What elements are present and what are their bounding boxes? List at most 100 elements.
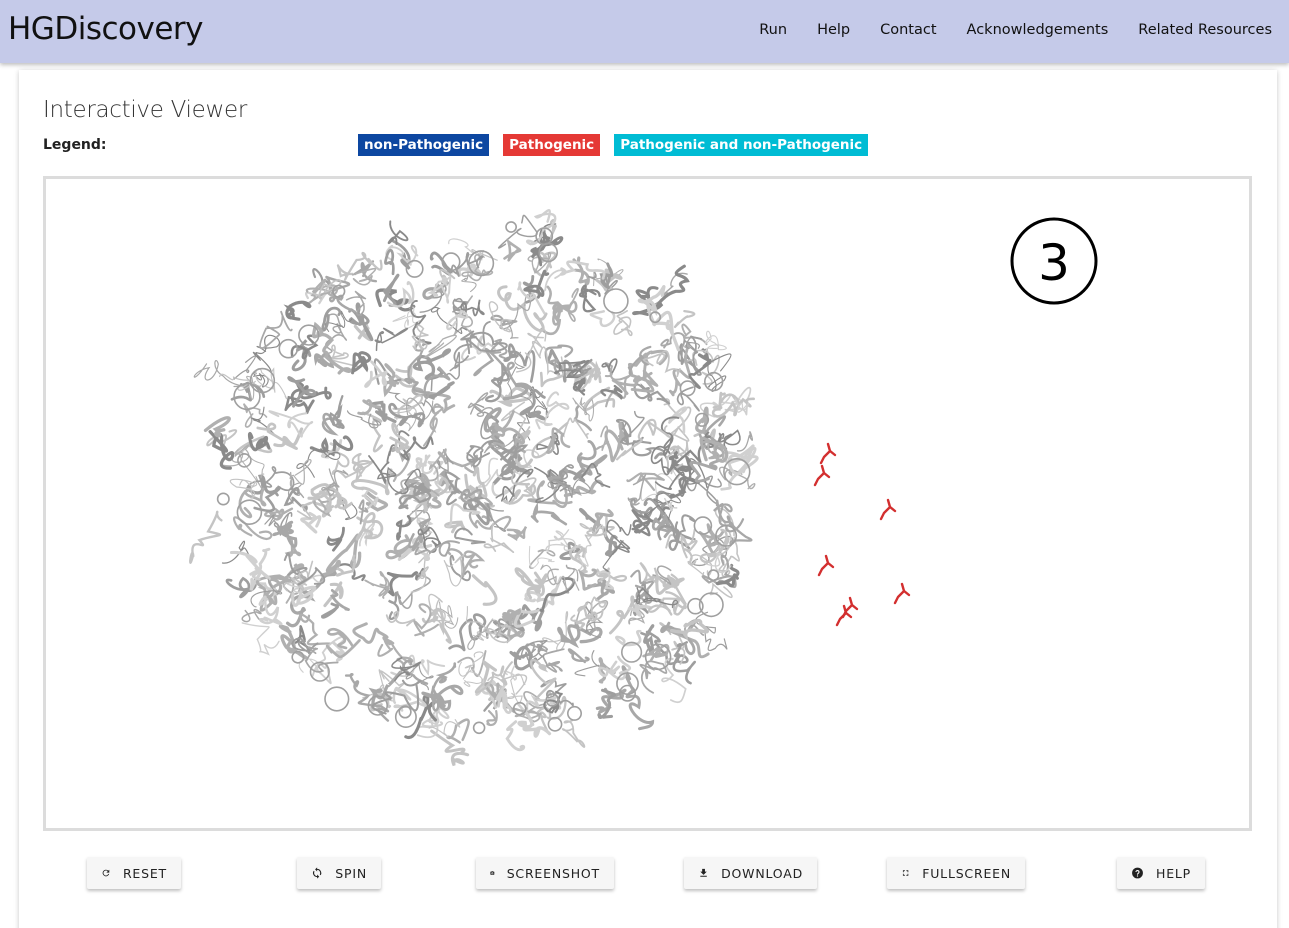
ribbon-segment: [454, 527, 486, 545]
page-title: Interactive Viewer: [43, 97, 247, 123]
ribbon-segment: [241, 608, 262, 623]
ribbon-loop: [324, 686, 350, 712]
pathogenic-residue[interactable]: [879, 498, 897, 521]
spin-button[interactable]: SPIN: [297, 857, 381, 889]
legend-badge-both: Pathogenic and non-Pathogenic: [614, 134, 869, 156]
ribbon-segment: [233, 516, 273, 540]
ribbon-loop: [566, 705, 582, 721]
ribbon-segment: [374, 327, 409, 352]
ribbon-segment: [608, 595, 639, 635]
ribbon-segment: [602, 540, 624, 573]
ribbon-segment: [530, 501, 568, 526]
ribbon-segment: [542, 611, 569, 652]
fullscreen-label: FULLSCREEN: [922, 865, 1011, 881]
reset-button[interactable]: RESET: [87, 857, 181, 889]
fullscreen-icon: [902, 870, 909, 876]
ribbon-segment: [650, 446, 670, 476]
screenshot-label: SCREENSHOT: [506, 865, 600, 881]
ribbon-segment: [709, 582, 733, 598]
ribbon-segment: [613, 310, 633, 337]
step-marker: 3: [1010, 217, 1098, 305]
camera-icon: [490, 871, 495, 875]
download-button[interactable]: DOWNLOAD: [684, 857, 817, 889]
spin-label: SPIN: [335, 865, 367, 881]
ribbon-segment: [506, 526, 528, 542]
nav-help[interactable]: Help: [817, 22, 850, 38]
ribbon-segment: [384, 248, 395, 276]
main-nav: Run Help Contact Acknowledgements Relate…: [759, 22, 1272, 38]
ribbon-segment: [336, 251, 383, 281]
help-icon: [1132, 867, 1143, 879]
ribbon-segment: [620, 410, 645, 443]
protein-structure-render[interactable]: 3: [46, 179, 1249, 828]
nav-run[interactable]: Run: [759, 22, 787, 38]
ribbon-loop: [398, 705, 412, 719]
legend-badge-non-pathogenic: non-Pathogenic: [358, 134, 490, 156]
step-marker-number: 3: [1038, 234, 1070, 292]
ribbon-segment: [446, 718, 470, 744]
viewer-card: Interactive Viewer Legend: non-Pathogeni…: [19, 70, 1277, 928]
nav-contact[interactable]: Contact: [880, 22, 936, 38]
legend-badge-pathogenic: Pathogenic: [503, 134, 601, 156]
ribbon-segment: [639, 660, 668, 694]
nav-acknowledgements[interactable]: Acknowledgements: [967, 22, 1109, 38]
refresh-icon: [102, 869, 110, 877]
ribbon-segment: [364, 571, 390, 599]
ribbon-segment: [577, 568, 597, 591]
ribbon-segment: [595, 567, 628, 583]
ribbon-segment: [535, 391, 570, 430]
ribbon-segment: [188, 510, 223, 564]
ribbon-segment: [395, 515, 412, 541]
legend-label: Legend:: [43, 137, 107, 153]
ribbon-segment: [486, 710, 498, 727]
pathogenic-residues: [813, 442, 911, 627]
download-icon: [700, 868, 707, 877]
ribbon-segment: [241, 622, 280, 656]
protein-ribbons: [188, 209, 759, 767]
viewer-controls: RESET SPIN SCREENSHOT DOWNLOAD FULLSCREE…: [19, 857, 1277, 891]
download-label: DOWNLOAD: [721, 865, 803, 881]
ribbon-segment: [193, 359, 244, 388]
fullscreen-button[interactable]: FULLSCREEN: [887, 857, 1025, 889]
ribbon-segment: [578, 284, 601, 313]
molecule-viewer-canvas[interactable]: 3: [43, 176, 1252, 831]
ribbon-segment: [203, 416, 231, 438]
help-button[interactable]: HELP: [1117, 857, 1205, 889]
ribbon-segment: [326, 526, 345, 552]
ribbon-loop: [547, 716, 563, 732]
ribbon-segment: [704, 330, 727, 355]
pathogenic-residue[interactable]: [819, 442, 837, 465]
ribbon-segment: [268, 410, 314, 438]
ribbon-segment: [387, 220, 409, 245]
ribbon-segment: [252, 334, 280, 373]
ribbon-segment: [423, 334, 457, 359]
ribbon-segment: [695, 406, 709, 434]
ribbon-loop: [216, 492, 230, 506]
sync-icon: [313, 867, 322, 879]
ribbon-segment: [283, 300, 312, 321]
ribbon-segment: [351, 351, 372, 375]
ribbon-loop: [472, 721, 486, 735]
screenshot-button[interactable]: SCREENSHOT: [476, 857, 614, 889]
ribbon-segment: [601, 358, 618, 374]
help-label: HELP: [1156, 865, 1191, 881]
ribbon-segment: [540, 285, 578, 335]
pathogenic-residue[interactable]: [817, 554, 835, 577]
ribbon-segment: [329, 395, 345, 430]
pathogenic-residue[interactable]: [813, 464, 831, 487]
brand-title[interactable]: HGDiscovery: [8, 11, 204, 47]
ribbon-segment: [503, 238, 522, 262]
nav-related-resources[interactable]: Related Resources: [1138, 22, 1272, 38]
ribbon-loop: [603, 288, 629, 314]
ribbon-segment: [471, 574, 498, 606]
ribbon-loop: [505, 221, 517, 233]
ribbon-segment: [587, 578, 615, 602]
ribbon-segment: [323, 581, 344, 608]
legend: non-Pathogenic Pathogenic Pathogenic and…: [358, 134, 869, 156]
top-app-bar: HGDiscovery Run Help Contact Acknowledge…: [0, 0, 1289, 63]
ribbon-segment: [361, 411, 383, 453]
pathogenic-residue[interactable]: [893, 582, 911, 605]
ribbon-segment: [589, 310, 616, 328]
ribbon-segment: [567, 648, 590, 664]
ribbon-segment: [561, 719, 586, 748]
